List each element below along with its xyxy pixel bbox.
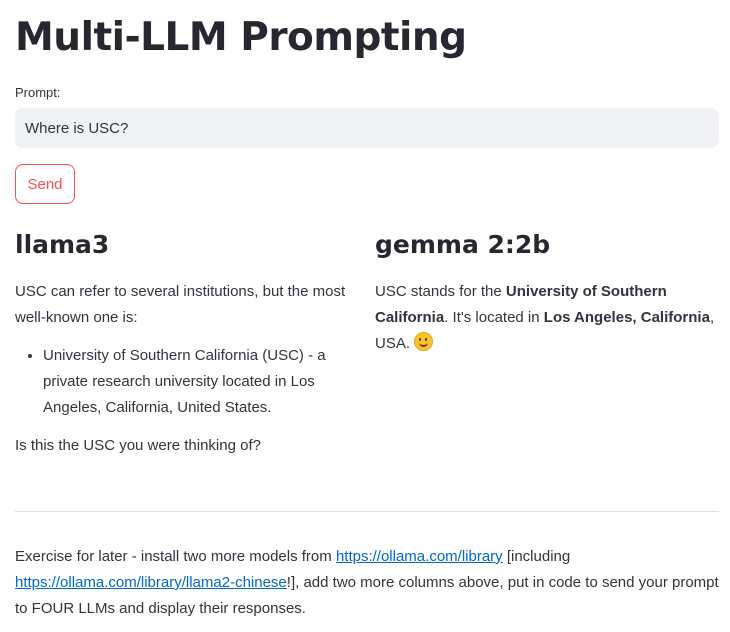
smiling-face-icon <box>414 332 434 351</box>
ollama-library-link[interactable]: https://ollama.com/library <box>336 548 503 565</box>
gemma-bold-location: Los Angeles, California <box>543 309 710 326</box>
llama3-bullet-list: University of Southern California (USC) … <box>15 343 355 421</box>
gemma-heading: gemma 2:2b <box>375 230 551 259</box>
prompt-label: Prompt: <box>15 85 61 100</box>
llama3-heading: llama3 <box>15 230 110 259</box>
prompt-input[interactable] <box>15 108 719 148</box>
send-button[interactable]: Send <box>15 164 75 204</box>
exercise-note: Exercise for later - install two more mo… <box>15 544 719 622</box>
footer-text-part: Exercise for later - install two more mo… <box>15 548 336 565</box>
llama3-response-column: llama3 USC can refer to several institut… <box>15 226 355 459</box>
llama3-outro-text: Is this the USC you were thinking of? <box>15 437 261 454</box>
gemma-response-text: USC stands for the University of Souther… <box>375 279 715 357</box>
llama2-chinese-link[interactable]: https://ollama.com/library/llama2-chines… <box>15 574 287 591</box>
gemma-text-part: . It's located in <box>444 309 544 326</box>
llama3-intro-text: USC can refer to several institutions, b… <box>15 283 346 326</box>
list-item: University of Southern California (USC) … <box>43 343 355 421</box>
gemma-text-part: USC stands for the <box>375 283 506 300</box>
page-title: Multi-LLM Prompting <box>15 15 467 60</box>
gemma-response-column: gemma 2:2b USC stands for the University… <box>375 226 715 357</box>
divider <box>15 511 719 512</box>
footer-text-part: [including <box>502 548 571 565</box>
